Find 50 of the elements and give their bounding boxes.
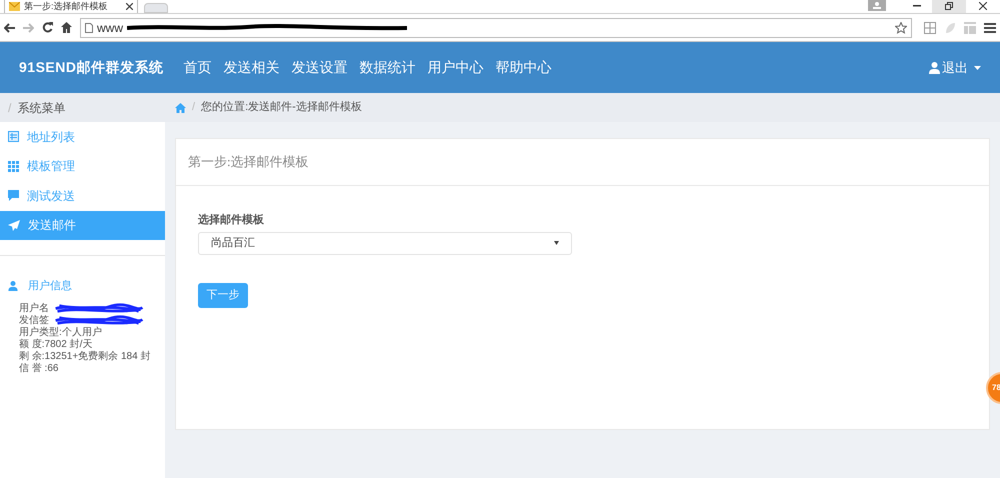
person-icon bbox=[873, 2, 881, 8]
close-icon[interactable] bbox=[126, 2, 133, 10]
page-icon bbox=[85, 22, 93, 32]
field-label: 选择邮件模板 bbox=[198, 212, 264, 228]
info-text: 剩 余:13251+免费剩余 184 封 bbox=[19, 350, 150, 362]
paper-plane-icon bbox=[8, 220, 20, 231]
restore-button[interactable] bbox=[932, 0, 966, 13]
nav-link[interactable]: 帮助中心 bbox=[495, 57, 552, 78]
restore-icon bbox=[945, 2, 953, 10]
logout-menu[interactable]: 退出 bbox=[929, 58, 981, 78]
close-icon bbox=[979, 2, 987, 10]
browser-tab[interactable]: 第一步:选择邮件模板 bbox=[4, 0, 138, 13]
info-text: 信 誉 :66 bbox=[19, 362, 58, 374]
grid-icon bbox=[8, 160, 19, 172]
caret-icon bbox=[554, 241, 559, 245]
template-select[interactable]: 尚品百汇 bbox=[198, 232, 572, 254]
nav-link[interactable]: 发送相关 bbox=[223, 57, 280, 78]
url-text: www bbox=[97, 20, 123, 36]
next-button[interactable]: 下一步 bbox=[198, 282, 248, 308]
star-icon[interactable] bbox=[895, 22, 907, 34]
separator-text: / bbox=[8, 100, 12, 116]
address-bar[interactable]: www bbox=[80, 18, 912, 38]
reload-icon[interactable] bbox=[42, 22, 53, 33]
minimize-icon bbox=[913, 5, 921, 7]
person-icon bbox=[929, 62, 940, 74]
nav-link[interactable]: 用户中心 bbox=[427, 57, 484, 78]
nav-link[interactable]: 发送设置 bbox=[291, 57, 348, 78]
user-info-title: 用户信息 bbox=[28, 278, 72, 294]
speech-bubble-icon bbox=[8, 190, 19, 202]
caret-icon bbox=[974, 66, 981, 70]
list-icon bbox=[8, 131, 19, 142]
home-icon[interactable] bbox=[61, 22, 72, 33]
brand-link[interactable]: 91SEND邮件群发系统 bbox=[19, 57, 164, 78]
grid-icon[interactable] bbox=[924, 22, 936, 34]
envelope-icon bbox=[9, 2, 20, 10]
sidebar-item[interactable]: 发送邮件 bbox=[0, 210, 165, 240]
menu-icon[interactable] bbox=[984, 22, 996, 32]
breadcrumb-text: 您的位置:发送邮件-选择邮件模板 bbox=[201, 100, 362, 116]
person-icon bbox=[8, 281, 18, 292]
nav-link[interactable]: 首页 bbox=[183, 57, 212, 78]
sidebar-title: 系统菜单 bbox=[17, 100, 66, 116]
nav-link[interactable]: 数据统计 bbox=[359, 57, 416, 78]
info-text: 用户类型:个人用户 bbox=[19, 326, 102, 338]
back-icon[interactable] bbox=[4, 22, 15, 32]
separator-text: / bbox=[192, 100, 196, 116]
info-text: 发信签 bbox=[19, 314, 49, 326]
tab-title: 第一步:选择邮件模板 bbox=[24, 2, 108, 10]
card-title: 第一步:选择邮件模板 bbox=[188, 153, 309, 172]
info-text: 额 度:7802 封/天 bbox=[19, 338, 92, 350]
info-text: 用户名 bbox=[19, 302, 49, 314]
